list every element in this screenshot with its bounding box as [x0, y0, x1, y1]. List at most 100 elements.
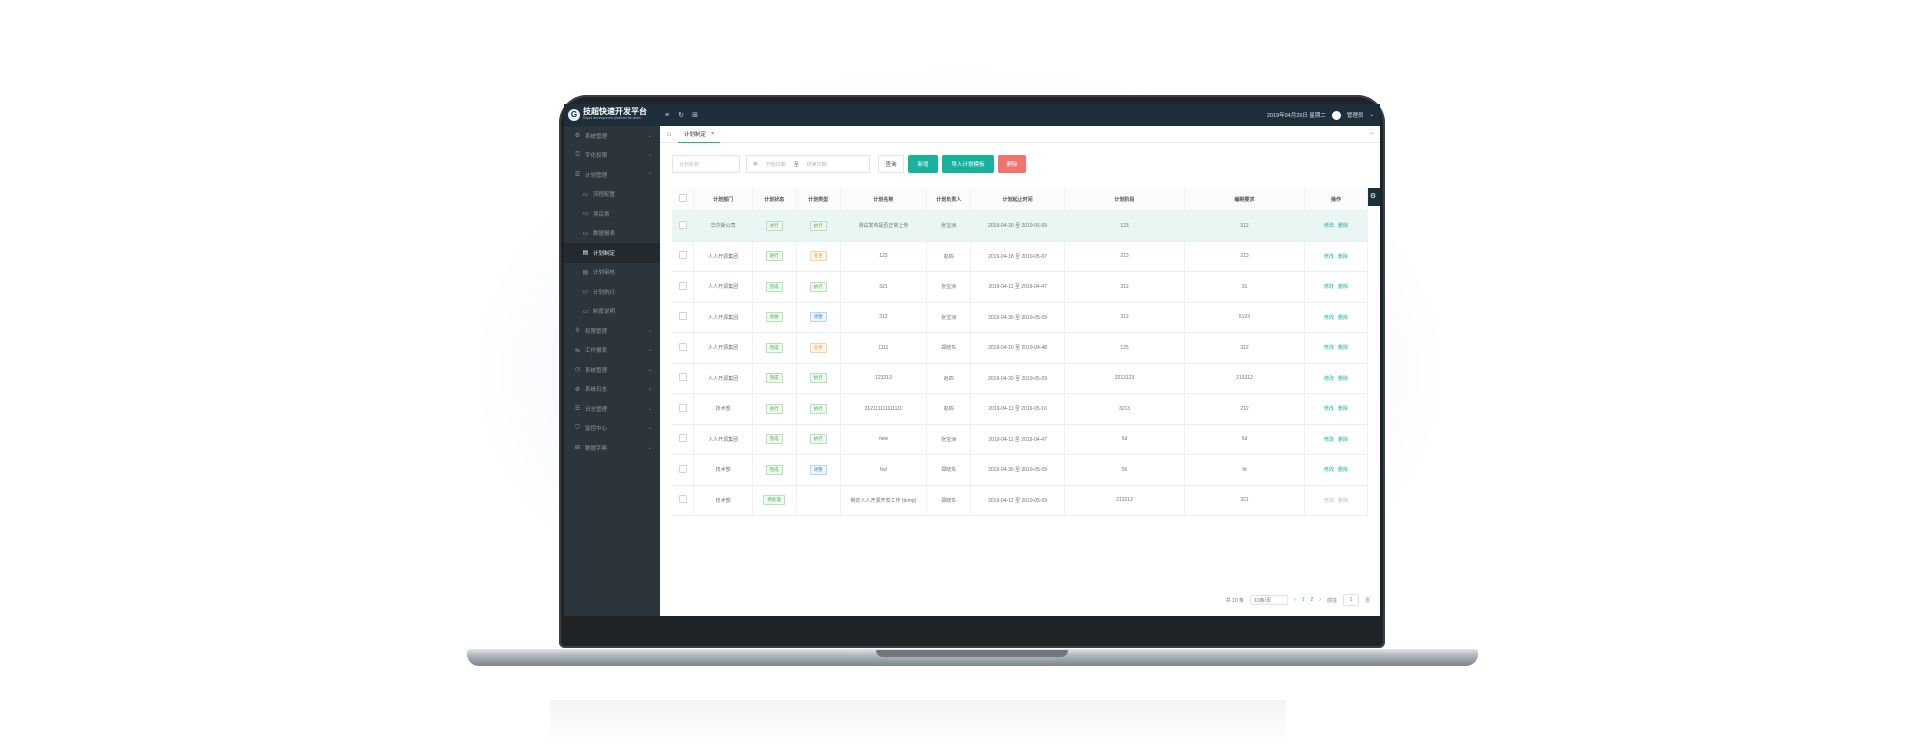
sidebar-item[interactable]: ▭ 数据报表: [564, 224, 660, 244]
sidebar-item[interactable]: ⛉ 监控中心 ⌄: [564, 419, 660, 439]
edit-link[interactable]: 修改: [1324, 437, 1334, 443]
grid-icon[interactable]: ⊞: [688, 111, 702, 119]
menu-icon[interactable]: ≡: [660, 112, 674, 119]
row-checkbox[interactable]: [678, 251, 687, 260]
table-row[interactable]: 技术部 完成 调整 fsd 郑晓东 2019-04-30 至 2019-05-09 56 fd…: [672, 454, 1369, 486]
select-all-checkbox[interactable]: [678, 194, 687, 202]
table-row[interactable]: 技术部 进行 执行 312111111111111 赵四 2019-04-11 至 201…: [672, 393, 1369, 425]
settings-gear-icon[interactable]: ⚙: [1366, 188, 1380, 206]
chevron-icon[interactable]: ⌃: [648, 172, 652, 178]
tab-label: 计划制定: [684, 131, 707, 138]
sidebar-item[interactable]: ▭ 计划执行: [564, 282, 660, 302]
sidebar-item[interactable]: ⚙ 系统管理 ⌄: [564, 126, 660, 146]
chevron-icon[interactable]: ⌄: [648, 367, 652, 373]
delete-link[interactable]: 删除: [1338, 345, 1348, 351]
edit-link[interactable]: 修改: [1324, 315, 1334, 321]
chevron-icon[interactable]: ⌄: [648, 152, 652, 158]
avatar[interactable]: [1331, 110, 1341, 120]
refresh-icon[interactable]: ↻: [674, 111, 688, 119]
sidebar-item[interactable]: ⚿ 字化权限 ⌄: [564, 146, 660, 166]
edit-link[interactable]: 修改: [1324, 376, 1334, 382]
row-checkbox[interactable]: [678, 464, 687, 473]
row-checkbox[interactable]: [678, 220, 687, 229]
sidebar-item[interactable]: ☰ 日志管理 ⌄: [564, 399, 660, 419]
goto-page-input[interactable]: 1: [1342, 594, 1359, 606]
row-checkbox[interactable]: [678, 434, 687, 443]
chevron-down-icon[interactable]: ⌄: [1369, 112, 1374, 118]
row-checkbox[interactable]: [678, 281, 687, 290]
row-checkbox[interactable]: [678, 312, 687, 321]
delete-link[interactable]: 删除: [1338, 254, 1348, 260]
edit-link[interactable]: 修改: [1324, 406, 1334, 412]
delete-link[interactable]: 删除: [1338, 498, 1348, 504]
sidebar-item[interactable]: ⇆ 工作报表 ⌄: [564, 341, 660, 361]
monitor-icon: ▭: [582, 308, 589, 315]
date-range-input[interactable]: ▣ 开始日期 至 结束日期: [746, 155, 870, 173]
table-row[interactable]: 人人开源集团 完成 执行 rtew 张宝洲 2019-04-11 至 2019-04-47…: [672, 424, 1369, 455]
delete-link[interactable]: 删除: [1338, 406, 1348, 412]
sidebar-item[interactable]: ⊞ 数据字典 ⌄: [564, 438, 660, 458]
chevron-icon[interactable]: ⌄: [648, 347, 652, 353]
table-row[interactable]: 人人开源集团 完成 执行 321 张宝洲 2019-04-11 至 2019-04-47 3…: [672, 271, 1369, 303]
sidebar-item[interactable]: ◷ 系统管理 ⌄: [564, 360, 660, 380]
table-row[interactable]: 技术部 待处理 制定人人开源开发工作 (temp) 郑晓东 2019-04-12 至 2…: [672, 485, 1369, 516]
page-1[interactable]: 1: [1302, 597, 1305, 603]
next-page-icon[interactable]: ›: [1319, 597, 1321, 603]
row-checkbox[interactable]: [678, 403, 687, 412]
edit-link[interactable]: 修改: [1324, 467, 1334, 473]
sidebar-item[interactable]: ▭ 项目表: [564, 204, 660, 224]
prev-page-icon[interactable]: ‹: [1294, 597, 1296, 603]
table-row[interactable]: 人人开源集团 进展 调整 312 张宝洲 2019-04-30 至 2019-05-09 3…: [672, 302, 1369, 333]
chevron-icon[interactable]: ⌄: [648, 425, 652, 431]
edit-link[interactable]: 修改: [1324, 254, 1334, 260]
row-checkbox[interactable]: [678, 495, 687, 504]
table-row[interactable]: 人人开源集团 完成 执行 123213 赵四 2019-04-30 至 2019-05-0…: [672, 363, 1369, 394]
page-2[interactable]: 2: [1311, 597, 1314, 603]
plan-name-input[interactable]: 计划名称: [672, 155, 740, 173]
type-badge: 调整: [809, 312, 827, 323]
home-icon[interactable]: ⌂: [660, 131, 678, 138]
chevron-icon[interactable]: ⌄: [648, 133, 652, 139]
tab-plan-create[interactable]: 计划制定 ×: [678, 126, 721, 143]
table-row[interactable]: 人人开源集团 完成 变更 1111 郑晓东 2019-04-10 至 2019-04-48…: [672, 332, 1369, 364]
page-size-select[interactable]: 10条/页: [1250, 595, 1289, 605]
row-checkbox-cell: [672, 454, 695, 486]
edit-link[interactable]: 修改: [1324, 223, 1334, 229]
row-checkbox[interactable]: [678, 342, 687, 351]
delete-link[interactable]: 删除: [1338, 315, 1348, 321]
row-checkbox-cell: [672, 332, 695, 364]
sidebar-item[interactable]: ▤ 计划审核: [564, 263, 660, 283]
delete-link[interactable]: 删除: [1338, 223, 1348, 229]
chevron-icon[interactable]: ⌄: [648, 386, 652, 392]
edit-link[interactable]: 修改: [1324, 498, 1334, 504]
sidebar-item-label: 系统日志: [585, 387, 608, 394]
chevron-icon[interactable]: ⌄: [648, 406, 652, 412]
delete-link[interactable]: 删除: [1338, 284, 1348, 290]
edit-link[interactable]: 修改: [1324, 345, 1334, 351]
pin-icon: ⚲: [575, 328, 580, 335]
sidebar-item[interactable]: ▤ 计划制定: [564, 243, 660, 263]
table-row[interactable]: 华尔街公司 进行 执行 测试发布是否正常上传 张宝洲 2019-04-30 至 2019-…: [672, 210, 1369, 242]
add-button[interactable]: 新增: [908, 155, 938, 173]
chevron-icon[interactable]: ⌄: [648, 445, 652, 451]
query-button[interactable]: 查询: [878, 155, 904, 173]
chevron-icon[interactable]: ⌄: [648, 328, 652, 334]
row-checkbox[interactable]: [678, 373, 687, 382]
status-badge-cell: 待处理: [752, 485, 797, 516]
sidebar-item[interactable]: ▭ 制度说明: [564, 302, 660, 322]
sidebar-item[interactable]: ☰ 计划管理 ⌃: [564, 165, 660, 185]
sidebar-item[interactable]: ⚲ 权限管理 ⌄: [564, 321, 660, 341]
delete-link[interactable]: 删除: [1338, 376, 1348, 382]
username[interactable]: 管理员: [1347, 111, 1364, 119]
delete-button[interactable]: 删除: [998, 155, 1026, 173]
close-icon[interactable]: ×: [711, 131, 714, 137]
import-template-button[interactable]: 导入计划模板: [942, 155, 994, 173]
delete-link[interactable]: 删除: [1338, 437, 1348, 443]
sidebar-item[interactable]: ⚙ 系统日志 ⌄: [564, 380, 660, 400]
plan-name-cell: 123213: [840, 363, 928, 394]
table-row[interactable]: 人人开源集团 进行 变更 123 赵四 2019-04-18 至 2019-05-07 21…: [672, 241, 1369, 272]
sidebar-item[interactable]: ▭ 流程配置: [564, 185, 660, 205]
delete-link[interactable]: 删除: [1338, 467, 1348, 473]
edit-link[interactable]: 修改: [1324, 284, 1334, 290]
tabs-dropdown-icon[interactable]: ⌄: [1369, 129, 1374, 136]
